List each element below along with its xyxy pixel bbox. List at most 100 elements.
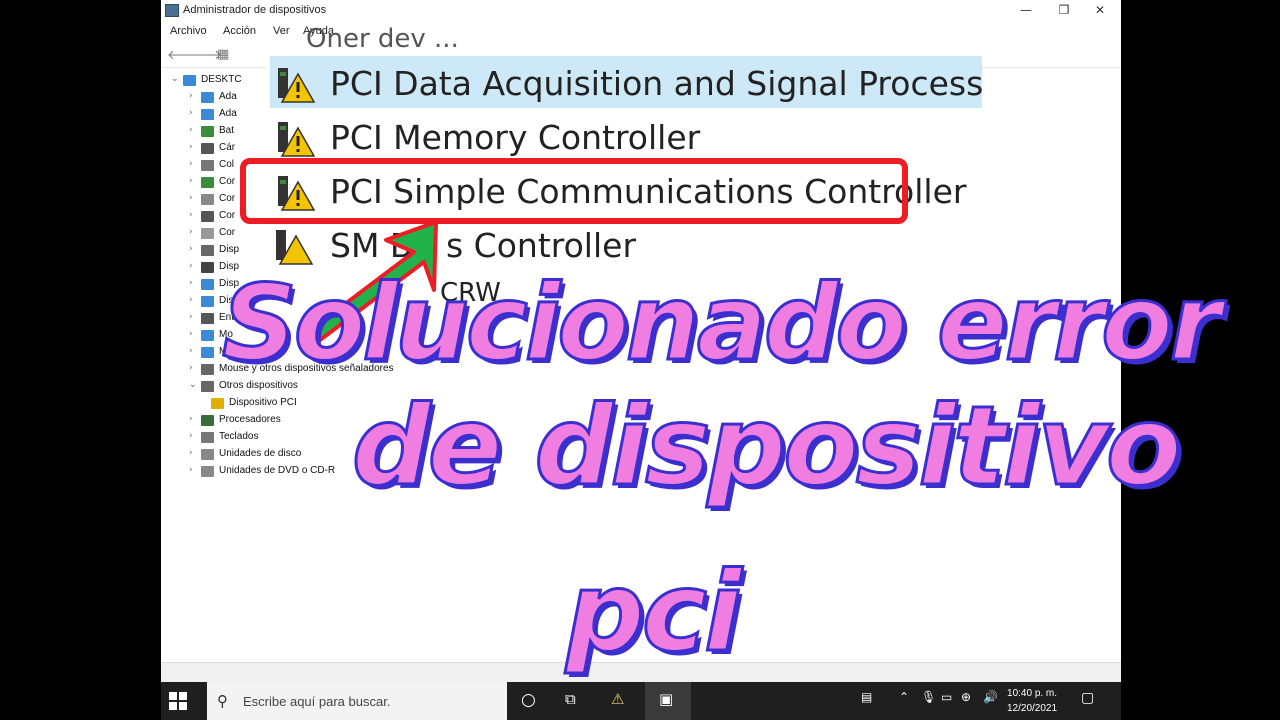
cpu-icon <box>201 415 214 426</box>
tree-item-label: Dispositivo PCI <box>229 397 297 408</box>
chevron-right-icon[interactable]: › <box>189 159 193 169</box>
tree-item-label: Mo <box>219 346 233 357</box>
battery-icon <box>201 126 214 137</box>
chevron-up-icon[interactable]: ⌃ <box>899 690 909 704</box>
chevron-right-icon[interactable]: › <box>189 414 193 424</box>
chevron-right-icon[interactable]: › <box>189 431 193 441</box>
close-button[interactable]: ✕ <box>1081 0 1119 22</box>
tree-item-label: Cár <box>219 142 236 153</box>
tree-item-label: Teclados <box>219 431 259 442</box>
tree-item-label: Unidades de disco <box>219 448 302 459</box>
chevron-right-icon[interactable]: › <box>189 210 193 220</box>
device-manager-taskbar-icon[interactable]: ⚠ <box>611 690 624 708</box>
menu-bar: Archivo Acción Ver Ayuda <box>161 22 1121 40</box>
tree-item-label: Disp <box>219 278 240 289</box>
microphone-icon[interactable]: 🎙 <box>921 690 936 704</box>
tree-item-label: Cor <box>219 227 236 238</box>
device-manager-icon <box>165 4 179 17</box>
keyboard-icon <box>201 432 214 443</box>
grid-icon[interactable]: ▦ <box>217 47 229 62</box>
device-icon <box>201 262 214 273</box>
monitor-icon <box>201 330 214 341</box>
tree-item-label: Mo <box>219 329 233 340</box>
tree-root-label: DESKTC <box>201 74 242 85</box>
chevron-right-icon[interactable]: › <box>189 278 193 288</box>
audio-icon <box>201 228 214 239</box>
red-highlight-box <box>240 158 908 224</box>
chevron-right-icon[interactable]: › <box>189 312 193 322</box>
disk-icon <box>201 449 214 460</box>
network-icon[interactable]: ⊕ <box>961 690 971 704</box>
warning-device-icon <box>211 398 224 409</box>
tree-item-label: Disp <box>219 261 240 272</box>
menu-accion[interactable]: Acción <box>223 25 256 37</box>
monitor-icon <box>201 92 214 103</box>
chevron-right-icon[interactable]: › <box>189 465 193 475</box>
device-icon <box>201 313 214 324</box>
chevron-right-icon[interactable]: › <box>189 142 193 152</box>
tree-item-label: Procesadores <box>219 414 281 425</box>
chevron-right-icon[interactable]: › <box>189 448 193 458</box>
menu-archivo[interactable]: Archivo <box>170 25 207 37</box>
tree-item-label: Bat <box>219 125 235 136</box>
search-placeholder: Escribe aquí para buscar. <box>243 694 391 709</box>
clock-date: 12/20/2021 <box>1007 703 1058 714</box>
usb-icon <box>201 211 214 222</box>
action-center-icon[interactable]: ▢ <box>1081 690 1094 706</box>
search-icon: ⚲ <box>217 692 228 710</box>
tree-item-label: Ent <box>219 312 235 323</box>
chevron-right-icon[interactable]: › <box>189 329 193 339</box>
clock[interactable]: 10:40 p. m. 12/20/2021 <box>1007 686 1057 716</box>
chevron-right-icon[interactable]: › <box>189 91 193 101</box>
chevron-right-icon[interactable]: › <box>189 346 193 356</box>
tree-item-label: Otros dispositivos <box>219 380 298 391</box>
status-bar <box>161 662 1121 682</box>
task-view-icon[interactable]: ⧉ <box>565 690 576 708</box>
notifications-tray-icon[interactable]: ▤ <box>861 690 872 704</box>
restore-button[interactable]: ❐ <box>1045 0 1083 22</box>
chevron-right-icon[interactable]: › <box>189 244 193 254</box>
tree-item-label: Cor <box>219 210 236 221</box>
chevron-right-icon[interactable]: › <box>189 261 193 271</box>
chevron-down-icon[interactable]: ⌄ <box>171 74 179 84</box>
windows-start-icon[interactable] <box>169 692 187 710</box>
taskbar: ⚲ Escribe aquí para buscar. ○ ⧉ ⚠ ▣ ▤ ⌃ … <box>161 682 1121 720</box>
chevron-right-icon[interactable]: › <box>189 108 193 118</box>
active-app-highlight[interactable]: ▣ <box>645 682 691 720</box>
tree-item-label: Cor <box>219 176 236 187</box>
camera-icon <box>201 143 214 154</box>
device-icon <box>201 245 214 256</box>
tree-item-label: Col <box>219 159 235 170</box>
tree-item-label: Disp <box>219 244 240 255</box>
minimize-button[interactable]: — <box>1007 0 1045 22</box>
zoom-row-pci-memory[interactable]: PCI Memory Controller <box>270 110 982 162</box>
title-bar: Administrador de dispositivos — ❐ ✕ <box>161 0 1121 22</box>
zoom-row-label: PCI Memory Controller <box>330 118 701 157</box>
cortana-icon[interactable]: ○ <box>521 690 536 710</box>
chevron-down-icon[interactable]: ⌄ <box>189 380 197 390</box>
taskbar-search-box[interactable]: ⚲ Escribe aquí para buscar. <box>207 682 507 720</box>
warning-device-icon <box>278 68 316 103</box>
printer-icon <box>201 160 214 171</box>
chevron-right-icon[interactable]: › <box>189 363 193 373</box>
controller-icon <box>201 194 214 205</box>
tree-item-label: Unidades de DVD o CD-R <box>219 465 336 476</box>
green-arrow-icon <box>298 220 438 348</box>
monitor-icon <box>201 347 214 358</box>
tree-item-label: Ada <box>219 108 237 119</box>
tree-item-label: Cor <box>219 193 236 204</box>
battery-icon[interactable]: ▭ <box>941 690 952 704</box>
menu-ver[interactable]: Ver <box>273 25 290 37</box>
device-icon <box>201 279 214 290</box>
chevron-right-icon[interactable]: › <box>189 125 193 135</box>
zoom-partial-label-c: CRW <box>440 278 501 308</box>
chevron-right-icon[interactable]: › <box>189 176 193 186</box>
chevron-right-icon[interactable]: › <box>189 295 193 305</box>
warning-device-icon <box>278 122 316 157</box>
zoom-bg-title: Oner dev ... <box>306 24 459 54</box>
chevron-right-icon[interactable]: › <box>189 227 193 237</box>
volume-icon[interactable]: 🔊 <box>983 690 998 704</box>
chevron-right-icon[interactable]: › <box>189 193 193 203</box>
dvd-icon <box>201 466 214 477</box>
zoom-row-pci-data[interactable]: PCI Data Acquisition and Signal Processi… <box>270 56 982 108</box>
